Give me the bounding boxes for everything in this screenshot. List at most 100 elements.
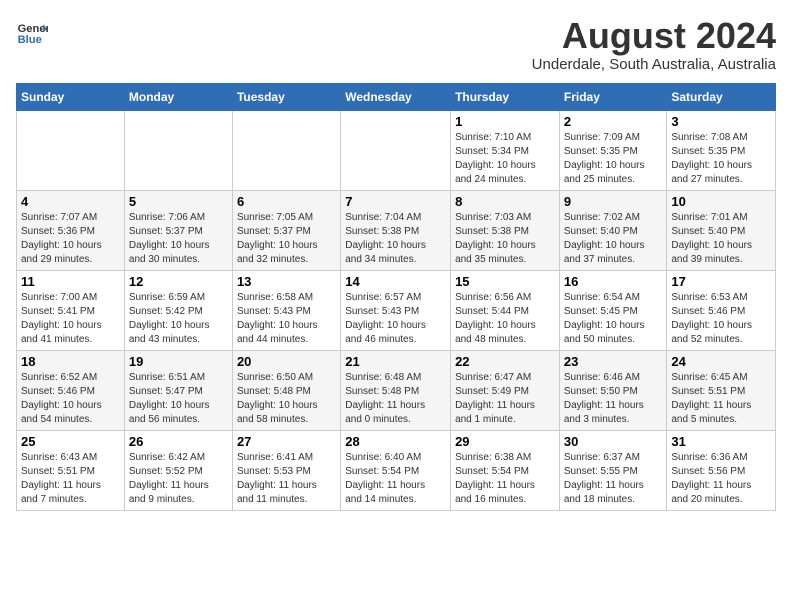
- page-header: General Blue August 2024 Underdale, Sout…: [16, 16, 776, 73]
- day-number: 30: [564, 434, 663, 449]
- weekday-header-wednesday: Wednesday: [341, 83, 451, 110]
- day-number: 29: [455, 434, 555, 449]
- calendar-cell: 24Sunrise: 6:45 AM Sunset: 5:51 PM Dayli…: [667, 350, 776, 430]
- day-info: Sunrise: 7:04 AM Sunset: 5:38 PM Dayligh…: [345, 211, 446, 267]
- calendar-cell: [232, 110, 340, 190]
- day-number: 8: [455, 194, 555, 209]
- day-info: Sunrise: 6:57 AM Sunset: 5:43 PM Dayligh…: [345, 291, 446, 347]
- day-number: 31: [671, 434, 771, 449]
- day-number: 17: [671, 274, 771, 289]
- day-number: 13: [237, 274, 336, 289]
- day-number: 2: [564, 114, 663, 129]
- weekday-header-thursday: Thursday: [451, 83, 560, 110]
- calendar-cell: 6 Sunrise: 7:05 AM Sunset: 5:37 PM Daylig…: [232, 190, 340, 270]
- day-info: Sunrise: 7:10 AM Sunset: 5:34 PM Dayligh…: [455, 131, 555, 187]
- calendar-cell: 8 Sunrise: 7:03 AM Sunset: 5:38 PM Daylig…: [451, 190, 560, 270]
- day-info: Sunrise: 6:40 AM Sunset: 5:54 PM Dayligh…: [345, 451, 446, 507]
- day-info: Sunrise: 7:01 AM Sunset: 5:40 PM Dayligh…: [671, 211, 771, 267]
- calendar-cell: 4 Sunrise: 7:07 AM Sunset: 5:36 PM Daylig…: [17, 190, 125, 270]
- calendar-week-4: 18 Sunrise: 6:52 AM Sunset: 5:46 PM Dayli…: [17, 350, 776, 430]
- calendar-week-2: 4 Sunrise: 7:07 AM Sunset: 5:36 PM Daylig…: [17, 190, 776, 270]
- calendar-cell: 23 Sunrise: 6:46 AM Sunset: 5:50 PM Dayli…: [559, 350, 667, 430]
- day-info: Sunrise: 7:08 AM Sunset: 5:35 PM Dayligh…: [671, 131, 771, 187]
- day-info: Sunrise: 6:36 AM Sunset: 5:56 PM Dayligh…: [671, 451, 771, 507]
- calendar-cell: 11 Sunrise: 7:00 AM Sunset: 5:41 PM Dayli…: [17, 270, 125, 350]
- weekday-header-sunday: Sunday: [17, 83, 125, 110]
- day-info: Sunrise: 7:02 AM Sunset: 5:40 PM Dayligh…: [564, 211, 663, 267]
- day-info: Sunrise: 6:56 AM Sunset: 5:44 PM Dayligh…: [455, 291, 555, 347]
- calendar-cell: 29 Sunrise: 6:38 AM Sunset: 5:54 PM Dayli…: [451, 430, 560, 510]
- day-info: Sunrise: 7:03 AM Sunset: 5:38 PM Dayligh…: [455, 211, 555, 267]
- day-number: 1: [455, 114, 555, 129]
- calendar-cell: 15 Sunrise: 6:56 AM Sunset: 5:44 PM Dayli…: [451, 270, 560, 350]
- weekday-header-tuesday: Tuesday: [232, 83, 340, 110]
- calendar-cell: [17, 110, 125, 190]
- logo-icon: General Blue: [16, 16, 48, 48]
- day-number: 7: [345, 194, 446, 209]
- calendar-cell: 22 Sunrise: 6:47 AM Sunset: 5:49 PM Dayli…: [451, 350, 560, 430]
- day-number: 15: [455, 274, 555, 289]
- calendar-cell: 25Sunrise: 6:43 AM Sunset: 5:51 PM Dayli…: [17, 430, 125, 510]
- day-number: 11: [21, 274, 120, 289]
- day-number: 27: [237, 434, 336, 449]
- calendar-cell: 17 Sunrise: 6:53 AM Sunset: 5:46 PM Dayli…: [667, 270, 776, 350]
- day-number: 6: [237, 194, 336, 209]
- day-number: 18: [21, 354, 120, 369]
- weekday-header-friday: Friday: [559, 83, 667, 110]
- day-info: Sunrise: 6:51 AM Sunset: 5:47 PM Dayligh…: [129, 371, 228, 427]
- day-info: Sunrise: 6:41 AM Sunset: 5:53 PM Dayligh…: [237, 451, 336, 507]
- day-info: Sunrise: 6:52 AM Sunset: 5:46 PM Dayligh…: [21, 371, 120, 427]
- title-block: August 2024 Underdale, South Australia, …: [532, 16, 776, 73]
- day-number: 10: [671, 194, 771, 209]
- day-number: 14: [345, 274, 446, 289]
- day-info: Sunrise: 6:54 AM Sunset: 5:45 PM Dayligh…: [564, 291, 663, 347]
- calendar-cell: 26Sunrise: 6:42 AM Sunset: 5:52 PM Dayli…: [124, 430, 232, 510]
- day-info: Sunrise: 7:07 AM Sunset: 5:36 PM Dayligh…: [21, 211, 120, 267]
- weekday-header-saturday: Saturday: [667, 83, 776, 110]
- day-number: 22: [455, 354, 555, 369]
- day-info: Sunrise: 6:42 AM Sunset: 5:52 PM Dayligh…: [129, 451, 228, 507]
- day-info: Sunrise: 6:59 AM Sunset: 5:42 PM Dayligh…: [129, 291, 228, 347]
- month-year-title: August 2024: [532, 16, 776, 56]
- day-info: Sunrise: 7:06 AM Sunset: 5:37 PM Dayligh…: [129, 211, 228, 267]
- calendar-cell: 16Sunrise: 6:54 AM Sunset: 5:45 PM Dayli…: [559, 270, 667, 350]
- day-number: 9: [564, 194, 663, 209]
- location-subtitle: Underdale, South Australia, Australia: [532, 56, 776, 73]
- calendar-cell: 9 Sunrise: 7:02 AM Sunset: 5:40 PM Daylig…: [559, 190, 667, 270]
- day-number: 4: [21, 194, 120, 209]
- calendar-cell: 1 Sunrise: 7:10 AM Sunset: 5:34 PM Daylig…: [451, 110, 560, 190]
- calendar-cell: 3Sunrise: 7:08 AM Sunset: 5:35 PM Daylig…: [667, 110, 776, 190]
- day-info: Sunrise: 6:50 AM Sunset: 5:48 PM Dayligh…: [237, 371, 336, 427]
- day-number: 19: [129, 354, 228, 369]
- day-info: Sunrise: 6:47 AM Sunset: 5:49 PM Dayligh…: [455, 371, 555, 427]
- calendar-cell: 20Sunrise: 6:50 AM Sunset: 5:48 PM Dayli…: [232, 350, 340, 430]
- day-info: Sunrise: 6:37 AM Sunset: 5:55 PM Dayligh…: [564, 451, 663, 507]
- calendar-cell: 12Sunrise: 6:59 AM Sunset: 5:42 PM Dayli…: [124, 270, 232, 350]
- logo: General Blue: [16, 16, 48, 48]
- calendar-cell: 30 Sunrise: 6:37 AM Sunset: 5:55 PM Dayli…: [559, 430, 667, 510]
- calendar-cell: 7 Sunrise: 7:04 AM Sunset: 5:38 PM Daylig…: [341, 190, 451, 270]
- day-info: Sunrise: 7:05 AM Sunset: 5:37 PM Dayligh…: [237, 211, 336, 267]
- calendar-cell: 10 Sunrise: 7:01 AM Sunset: 5:40 PM Dayli…: [667, 190, 776, 270]
- day-info: Sunrise: 7:00 AM Sunset: 5:41 PM Dayligh…: [21, 291, 120, 347]
- calendar-cell: [341, 110, 451, 190]
- calendar-cell: 21Sunrise: 6:48 AM Sunset: 5:48 PM Dayli…: [341, 350, 451, 430]
- day-number: 25: [21, 434, 120, 449]
- day-number: 28: [345, 434, 446, 449]
- calendar-table: SundayMondayTuesdayWednesdayThursdayFrid…: [16, 83, 776, 511]
- day-number: 5: [129, 194, 228, 209]
- day-info: Sunrise: 6:48 AM Sunset: 5:48 PM Dayligh…: [345, 371, 446, 427]
- day-info: Sunrise: 6:38 AM Sunset: 5:54 PM Dayligh…: [455, 451, 555, 507]
- day-info: Sunrise: 7:09 AM Sunset: 5:35 PM Dayligh…: [564, 131, 663, 187]
- calendar-header: SundayMondayTuesdayWednesdayThursdayFrid…: [17, 83, 776, 110]
- day-info: Sunrise: 6:53 AM Sunset: 5:46 PM Dayligh…: [671, 291, 771, 347]
- calendar-cell: 2 Sunrise: 7:09 AM Sunset: 5:35 PM Daylig…: [559, 110, 667, 190]
- day-info: Sunrise: 6:58 AM Sunset: 5:43 PM Dayligh…: [237, 291, 336, 347]
- calendar-week-1: 1 Sunrise: 7:10 AM Sunset: 5:34 PM Daylig…: [17, 110, 776, 190]
- svg-text:Blue: Blue: [18, 34, 42, 46]
- calendar-cell: 13 Sunrise: 6:58 AM Sunset: 5:43 PM Dayli…: [232, 270, 340, 350]
- day-number: 23: [564, 354, 663, 369]
- day-number: 24: [671, 354, 771, 369]
- calendar-week-3: 11 Sunrise: 7:00 AM Sunset: 5:41 PM Dayli…: [17, 270, 776, 350]
- day-info: Sunrise: 6:46 AM Sunset: 5:50 PM Dayligh…: [564, 371, 663, 427]
